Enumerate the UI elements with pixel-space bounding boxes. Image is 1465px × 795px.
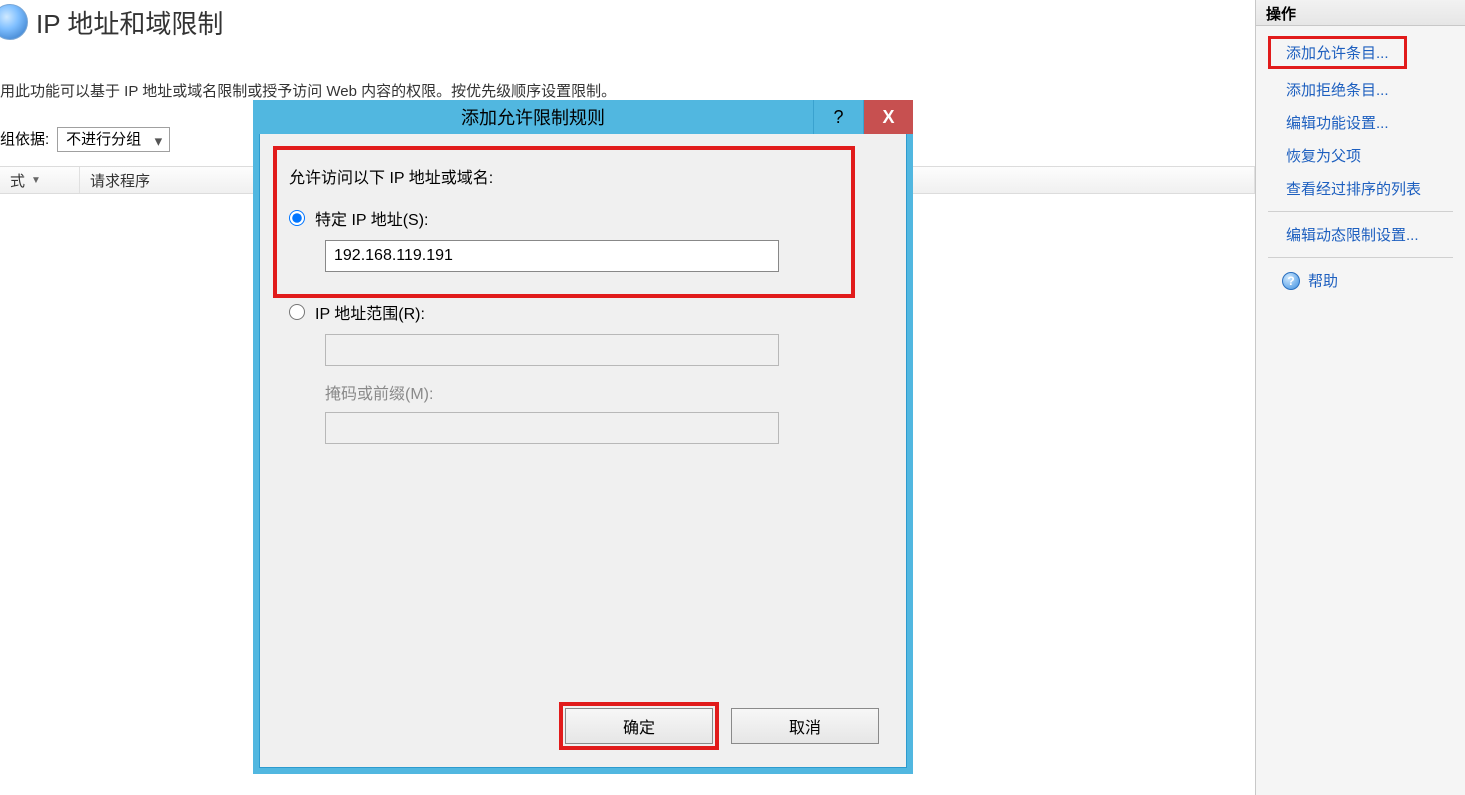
actions-body: 添加允许条目... 添加拒绝条目... 编辑功能设置... 恢复为父项 查看经过… bbox=[1256, 26, 1465, 305]
globe-icon bbox=[0, 4, 28, 40]
radio-specific-ip-label: 特定 IP 地址(S): bbox=[315, 206, 429, 230]
add-allow-highlight: 添加允许条目... bbox=[1268, 36, 1407, 69]
group-label: 组依据: bbox=[0, 128, 49, 149]
separator bbox=[1268, 211, 1453, 212]
radio-ip-range-input[interactable] bbox=[289, 304, 305, 320]
help-icon: ? bbox=[1282, 272, 1300, 290]
help-row[interactable]: ? 帮助 bbox=[1268, 264, 1453, 297]
revert-link[interactable]: 恢复为父项 bbox=[1268, 139, 1453, 172]
specific-ip-field[interactable] bbox=[325, 240, 779, 272]
edit-feature-link[interactable]: 编辑功能设置... bbox=[1268, 106, 1453, 139]
page-title: IP 地址和域限制 bbox=[36, 4, 223, 41]
range-section: IP 地址范围(R): 掩码或前缀(M): bbox=[289, 300, 877, 444]
help-link[interactable]: 帮助 bbox=[1308, 270, 1338, 291]
group-select[interactable]: 不进行分组 bbox=[57, 127, 170, 152]
group-select-wrap[interactable]: 不进行分组 bbox=[57, 128, 170, 149]
mask-field bbox=[325, 412, 779, 444]
ok-button[interactable]: 确定 bbox=[565, 708, 713, 744]
main-panel: IP 地址和域限制 用此功能可以基于 IP 地址或域名限制或授予访问 Web 内… bbox=[0, 0, 1255, 795]
ip-range-field bbox=[325, 334, 779, 366]
actions-pane: 操作 添加允许条目... 添加拒绝条目... 编辑功能设置... 恢复为父项 查… bbox=[1255, 0, 1465, 795]
col-requester-label: 请求程序 bbox=[90, 170, 150, 191]
add-allow-dialog: 添加允许限制规则 ? X 允许访问以下 IP 地址或域名: 特定 IP 地址(S… bbox=[253, 100, 913, 774]
dialog-help-button[interactable]: ? bbox=[813, 100, 863, 134]
mask-label: 掩码或前缀(M): bbox=[325, 380, 877, 404]
dialog-prompt: 允许访问以下 IP 地址或域名: bbox=[289, 164, 877, 188]
radio-specific-ip[interactable]: 特定 IP 地址(S): bbox=[289, 206, 877, 230]
actions-title: 操作 bbox=[1256, 0, 1465, 26]
radio-ip-range-label: IP 地址范围(R): bbox=[315, 300, 425, 324]
dialog-buttons: 确定 取消 bbox=[259, 708, 907, 768]
page-description: 用此功能可以基于 IP 地址或域名限制或授予访问 Web 内容的权限。按优先级顺… bbox=[0, 80, 616, 101]
radio-ip-range[interactable]: IP 地址范围(R): bbox=[289, 300, 877, 324]
dialog-titlebar: 添加允许限制规则 ? X bbox=[253, 100, 913, 134]
cancel-button[interactable]: 取消 bbox=[731, 708, 879, 744]
col-mode-label: 式 bbox=[10, 170, 25, 191]
radio-specific-ip-input[interactable] bbox=[289, 210, 305, 226]
col-mode[interactable]: 式 ▼ bbox=[0, 167, 80, 193]
dialog-body: 允许访问以下 IP 地址或域名: 特定 IP 地址(S): IP 地址范围(R)… bbox=[259, 134, 907, 708]
add-allow-link[interactable]: 添加允许条目... bbox=[1268, 36, 1407, 69]
ok-highlight: 确定 bbox=[565, 708, 713, 744]
view-ordered-link[interactable]: 查看经过排序的列表 bbox=[1268, 172, 1453, 205]
dialog-close-button[interactable]: X bbox=[863, 100, 913, 134]
page-header: IP 地址和域限制 bbox=[0, 0, 223, 44]
separator bbox=[1268, 257, 1453, 258]
edit-dynamic-link[interactable]: 编辑动态限制设置... bbox=[1268, 218, 1453, 251]
add-deny-link[interactable]: 添加拒绝条目... bbox=[1268, 73, 1453, 106]
chevron-down-icon: ▼ bbox=[31, 175, 41, 186]
dialog-title: 添加允许限制规则 bbox=[253, 100, 813, 134]
